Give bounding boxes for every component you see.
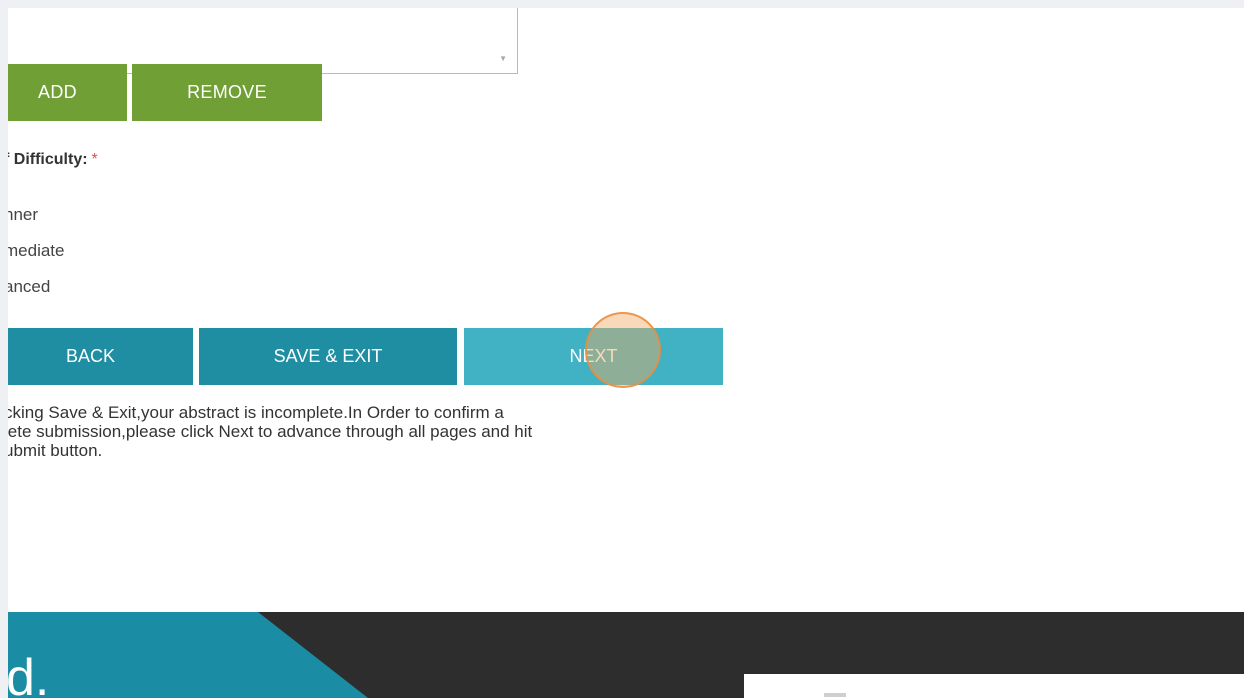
required-asterisk: *	[91, 151, 98, 168]
save-exit-button[interactable]: SAVE & EXIT	[199, 328, 457, 385]
difficulty-option-beginner[interactable]: nner	[8, 205, 38, 225]
next-button[interactable]: NEXT	[464, 328, 723, 385]
site-footer: d.	[8, 612, 1244, 698]
footer-logo: d.	[8, 649, 50, 698]
footer-card	[744, 674, 1244, 698]
notice-line: cking Save & Exit,your abstract is incom…	[8, 403, 504, 422]
remove-button[interactable]: REMOVE	[132, 64, 322, 121]
incomplete-notice: cking Save & Exit,your abstract is incom…	[8, 403, 764, 460]
footer-card-mark	[824, 693, 846, 697]
notice-line: ubmit button.	[8, 441, 103, 460]
difficulty-label: f Difficulty: *	[8, 151, 98, 169]
difficulty-option-intermediate[interactable]: mediate	[8, 241, 64, 261]
abstract-form-page: ▼ ADD REMOVE f Difficulty: * nner mediate…	[8, 8, 1244, 698]
back-button[interactable]: BACK	[8, 328, 193, 385]
difficulty-option-advanced[interactable]: anced	[8, 277, 50, 297]
difficulty-label-text: f Difficulty:	[8, 151, 88, 168]
scroll-down-arrow-icon[interactable]: ▼	[499, 55, 507, 63]
notice-line: lete submission,please click Next to adv…	[8, 422, 533, 441]
add-button[interactable]: ADD	[8, 64, 127, 121]
footer-teal-panel	[8, 612, 368, 698]
